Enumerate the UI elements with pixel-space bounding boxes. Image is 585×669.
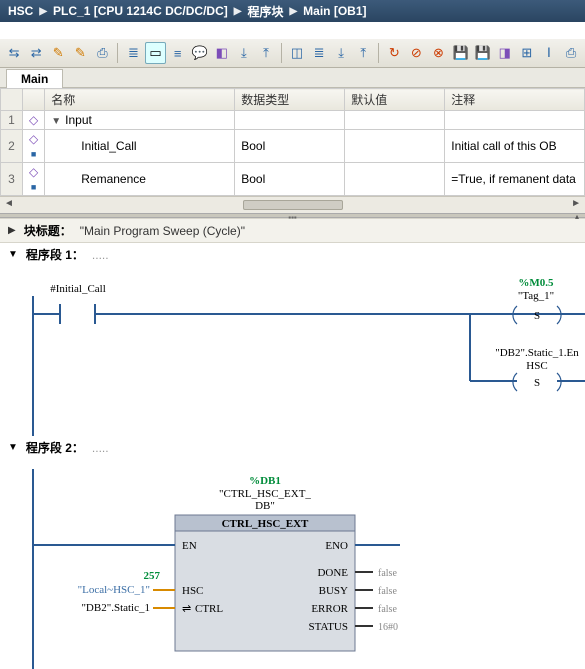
interface-tabs: Main bbox=[0, 68, 585, 88]
col-icon bbox=[23, 89, 45, 111]
network-header[interactable]: ▼ 程序段 1： ..... bbox=[0, 243, 585, 266]
tool-btn[interactable]: ⇄ bbox=[26, 42, 46, 64]
breadcrumb-seg[interactable]: Main [OB1] bbox=[303, 4, 366, 18]
toolbar-separator bbox=[378, 43, 379, 63]
tool-btn[interactable]: ⊗ bbox=[428, 42, 448, 64]
breadcrumb-seg[interactable]: HSC bbox=[8, 4, 33, 18]
svg-text:CTRL_HSC_EXT: CTRL_HSC_EXT bbox=[222, 518, 309, 530]
breadcrumb-seg[interactable]: PLC_1 [CPU 1214C DC/DC/DC] bbox=[53, 4, 228, 18]
expand-icon[interactable]: ▶ bbox=[8, 225, 16, 236]
svg-text:"DB2".Static_1.En: "DB2".Static_1.En bbox=[495, 347, 579, 359]
h-scrollbar[interactable]: ◄ ► bbox=[0, 196, 585, 213]
svg-text:BUSY: BUSY bbox=[319, 585, 348, 597]
network-1-body[interactable]: #Initial_Call %M0.5 "Tag_1" S "DB2".Stat… bbox=[0, 266, 585, 436]
chevron-right-icon: ▶ bbox=[37, 6, 49, 17]
network-header[interactable]: ▼ 程序段 2： ..... bbox=[0, 436, 585, 459]
table-row[interactable]: 1 ◇ ▼Input bbox=[1, 111, 585, 130]
chevron-right-icon: ▶ bbox=[232, 6, 244, 17]
editor-toolbar: ⇆ ⇄ ✎ ✎ ⎙ ≣ ▭ ≡ 💬 ◧ ⤓ ⤒ ◫ ≣ ⤓ ⤒ ↻ ⊘ ⊗ 💾 … bbox=[0, 38, 585, 68]
svg-text:#Initial_Call: #Initial_Call bbox=[50, 283, 106, 295]
tool-btn[interactable]: ◧ bbox=[212, 42, 232, 64]
tool-btn[interactable]: Ⅰ bbox=[539, 42, 559, 64]
svg-text:CTRL: CTRL bbox=[195, 603, 223, 615]
scroll-left-icon[interactable]: ◄ bbox=[4, 198, 14, 209]
chevron-up-icon[interactable]: ▴ bbox=[575, 212, 579, 221]
svg-text:%DB1: %DB1 bbox=[249, 475, 281, 487]
collapse-icon[interactable]: ▼ bbox=[51, 116, 65, 127]
col-rownum bbox=[1, 89, 23, 111]
toolbar-separator bbox=[281, 43, 282, 63]
svg-text:S: S bbox=[534, 377, 540, 389]
tool-btn[interactable]: ⤒ bbox=[353, 42, 373, 64]
svg-text:false: false bbox=[378, 604, 397, 615]
tool-btn[interactable]: ◨ bbox=[495, 42, 515, 64]
svg-text:⇌: ⇌ bbox=[182, 603, 191, 615]
tool-btn[interactable]: 💾 bbox=[473, 42, 493, 64]
tool-btn[interactable]: ≣ bbox=[123, 42, 143, 64]
breadcrumb-seg[interactable]: 程序块 bbox=[247, 3, 283, 20]
breadcrumb: HSC ▶ PLC_1 [CPU 1214C DC/DC/DC] ▶ 程序块 ▶… bbox=[0, 0, 585, 22]
tool-btn[interactable]: ✎ bbox=[70, 42, 90, 64]
table-row[interactable]: 3 ◇ ■ Remanence Bool =True, if remanent … bbox=[1, 163, 585, 196]
table-row[interactable]: 2 ◇ ■ Initial_Call Bool Initial call of … bbox=[1, 130, 585, 163]
svg-text:S: S bbox=[534, 310, 540, 322]
tool-btn[interactable]: ▭ bbox=[145, 42, 165, 64]
svg-text:%M0.5: %M0.5 bbox=[518, 277, 554, 289]
tool-btn[interactable]: ⊘ bbox=[406, 42, 426, 64]
col-dtype[interactable]: 数据类型 bbox=[235, 89, 345, 111]
tool-btn[interactable]: ≣ bbox=[309, 42, 329, 64]
svg-text:ERROR: ERROR bbox=[311, 603, 348, 615]
svg-text:16#0: 16#0 bbox=[378, 622, 398, 633]
svg-text:HSC: HSC bbox=[182, 585, 203, 597]
scroll-thumb[interactable] bbox=[243, 200, 343, 210]
svg-text:"DB2".Static_1: "DB2".Static_1 bbox=[81, 602, 150, 614]
tool-btn[interactable]: ⤓ bbox=[331, 42, 351, 64]
col-name[interactable]: 名称 bbox=[45, 89, 235, 111]
tool-btn[interactable]: ⊞ bbox=[517, 42, 537, 64]
tool-btn[interactable]: ≡ bbox=[168, 42, 188, 64]
svg-text:DONE: DONE bbox=[317, 567, 348, 579]
svg-text:EN: EN bbox=[182, 540, 197, 552]
tool-btn[interactable]: ⎙ bbox=[561, 42, 581, 64]
collapse-icon[interactable]: ▼ bbox=[8, 442, 18, 453]
scroll-right-icon[interactable]: ► bbox=[571, 198, 581, 209]
svg-text:257: 257 bbox=[144, 570, 161, 582]
splitter[interactable]: ▪▪▪ ▴ bbox=[0, 213, 585, 218]
svg-text:false: false bbox=[378, 586, 397, 597]
tool-btn[interactable]: ⤓ bbox=[234, 42, 254, 64]
tab-main[interactable]: Main bbox=[6, 69, 63, 88]
chevron-right-icon: ▶ bbox=[287, 6, 299, 17]
tool-btn[interactable]: ⤒ bbox=[256, 42, 276, 64]
col-default[interactable]: 默认值 bbox=[345, 89, 445, 111]
svg-text:STATUS: STATUS bbox=[309, 621, 348, 633]
svg-text:"Local~HSC_1": "Local~HSC_1" bbox=[78, 584, 150, 596]
tool-btn[interactable]: ✎ bbox=[48, 42, 68, 64]
col-comment[interactable]: 注释 bbox=[445, 89, 585, 111]
tool-btn[interactable]: ⎙ bbox=[92, 42, 112, 64]
svg-text:"Tag_1": "Tag_1" bbox=[518, 290, 554, 302]
tool-btn[interactable]: 💬 bbox=[190, 42, 210, 64]
collapse-icon[interactable]: ▼ bbox=[8, 249, 18, 260]
network-2-body[interactable]: %DB1 "CTRL_HSC_EXT_ DB" CTRL_HSC_EXT EN … bbox=[0, 459, 585, 669]
svg-text:ENO: ENO bbox=[325, 540, 348, 552]
tool-btn[interactable]: ↻ bbox=[384, 42, 404, 64]
svg-text:HSC: HSC bbox=[526, 360, 547, 372]
tool-btn[interactable]: ⇆ bbox=[4, 42, 24, 64]
svg-text:"CTRL_HSC_EXT_: "CTRL_HSC_EXT_ bbox=[219, 488, 311, 500]
svg-text:false: false bbox=[378, 568, 397, 579]
tool-btn[interactable]: ◫ bbox=[287, 42, 307, 64]
interface-table: 名称 数据类型 默认值 注释 1 ◇ ▼Input 2 ◇ ■ Initial_… bbox=[0, 88, 585, 196]
tool-btn[interactable]: 💾 bbox=[451, 42, 471, 64]
svg-text:DB": DB" bbox=[255, 500, 275, 512]
toolbar-separator bbox=[117, 43, 118, 63]
